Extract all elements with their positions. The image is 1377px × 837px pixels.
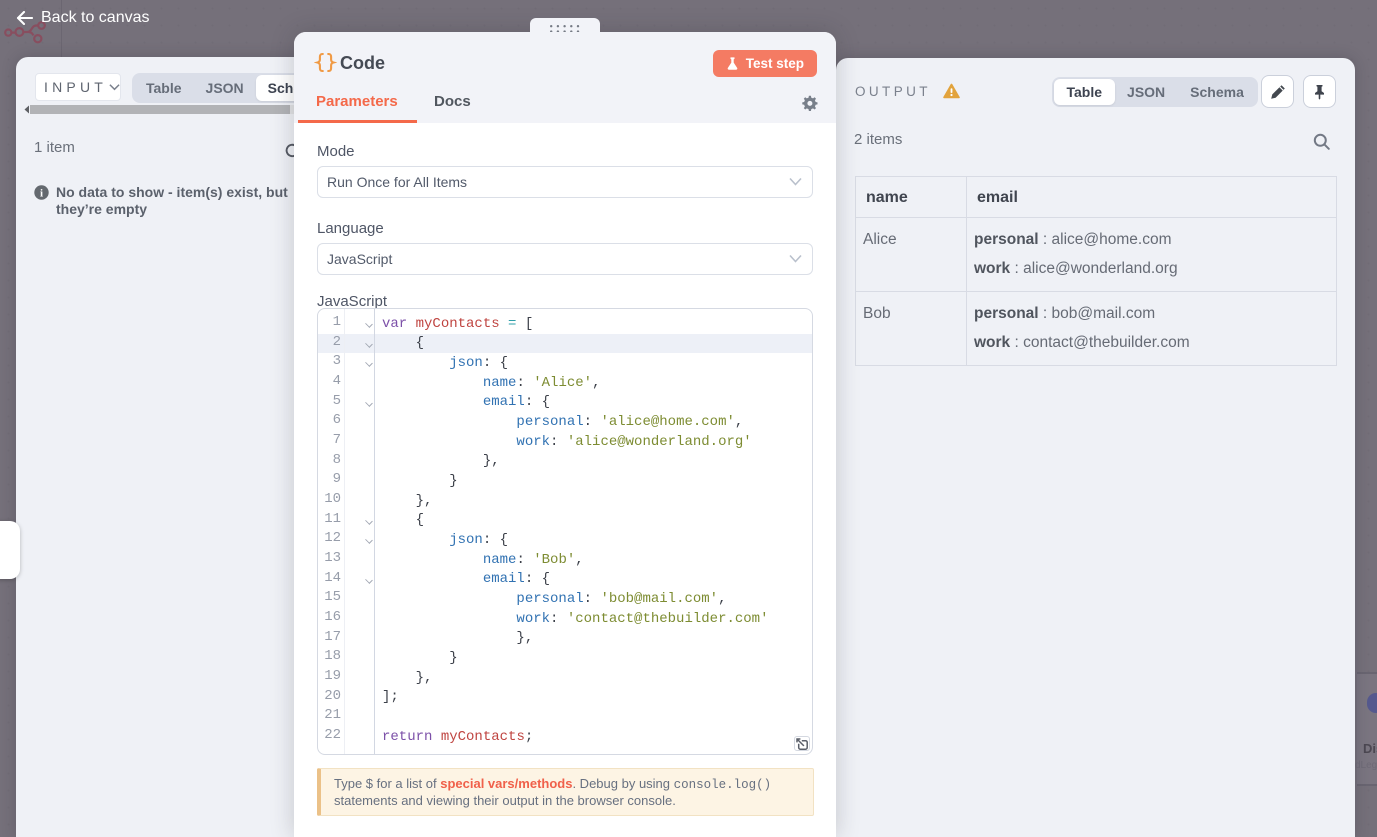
svg-text:i: i — [40, 187, 43, 199]
